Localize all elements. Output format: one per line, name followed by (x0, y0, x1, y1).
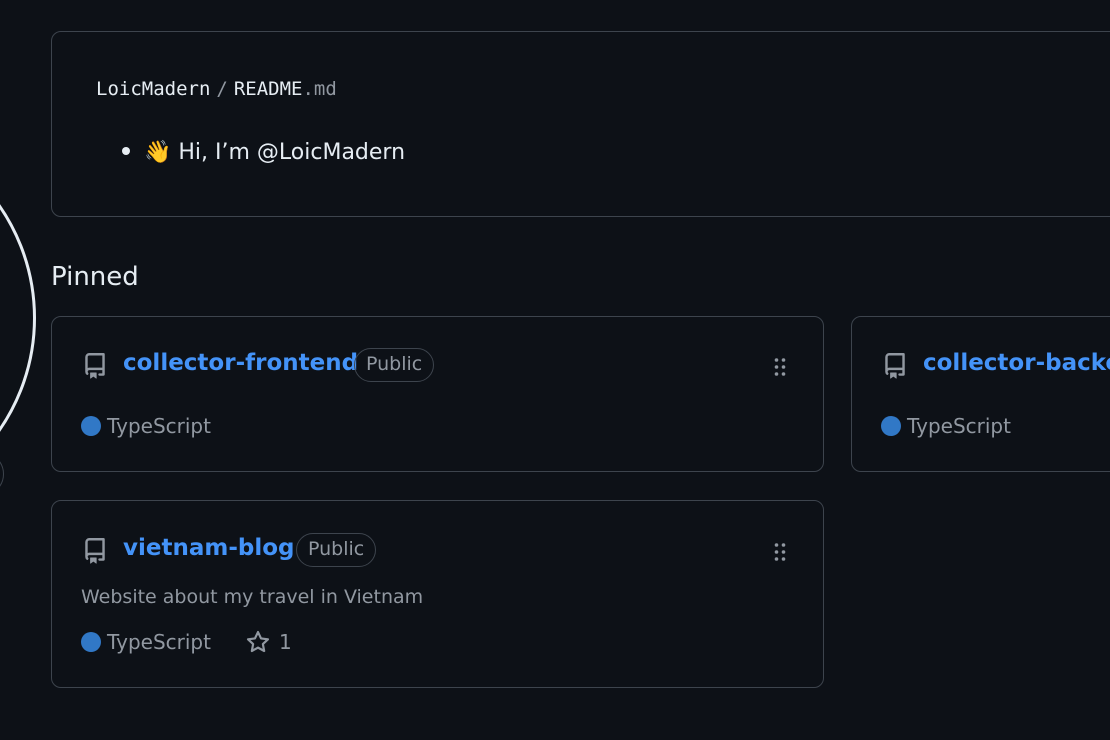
repo-stars-link[interactable]: 1 (245, 630, 292, 657)
star-icon (246, 630, 270, 652)
status-emoji-button[interactable] (0, 452, 4, 496)
repo-name-link[interactable]: collector-backend (923, 350, 1110, 376)
avatar[interactable] (0, 120, 36, 516)
language-color-dot (81, 415, 101, 436)
readme-list: 👋 Hi, I’m @LoicMadern (122, 140, 405, 165)
language-color-dot (81, 631, 101, 652)
visibility-badge: Public (296, 533, 377, 567)
pinned-repo-card: vietnam-blog Public Website about my tra… (51, 500, 824, 688)
readme-file-ext: .md (302, 78, 337, 100)
star-count: 1 (279, 630, 292, 654)
profile-page: LoicMadern / README.md 👋 Hi, I’m @LoicMade… (0, 0, 1110, 740)
readme-path-separator: / (216, 78, 228, 100)
readme-owner-link[interactable]: LoicMadern (96, 78, 210, 100)
repo-icon (85, 538, 105, 564)
language-color-dot (881, 415, 901, 436)
readme-card: LoicMadern / README.md 👋 Hi, I’m @LoicMade… (51, 31, 1110, 217)
language-label: TypeScript (107, 414, 211, 438)
list-item: 👋 Hi, I’m @LoicMadern (144, 140, 406, 165)
readme-path: LoicMadern / README.md (96, 78, 337, 100)
list-bullet (122, 147, 130, 155)
visibility-badge: Public (354, 348, 435, 382)
readme-file-name[interactable]: README (234, 78, 303, 100)
pinned-title: Pinned (51, 262, 139, 292)
pinned-repo-card: collector-frontend Public TypeScript (51, 316, 824, 472)
repo-icon (885, 353, 905, 379)
repo-language: TypeScript (81, 414, 211, 438)
repo-icon (85, 353, 105, 379)
repo-name-link[interactable]: vietnam-blog (123, 535, 295, 561)
repo-language: TypeScript (881, 414, 1011, 438)
repo-language: TypeScript (81, 630, 211, 654)
repo-description: Website about my travel in Vietnam (81, 586, 424, 608)
language-label: TypeScript (907, 414, 1011, 438)
repo-name-link[interactable]: collector-frontend (123, 350, 358, 376)
drag-handle-icon[interactable] (773, 542, 787, 562)
drag-handle-icon[interactable] (773, 357, 787, 377)
language-label: TypeScript (107, 630, 211, 654)
pinned-repo-card: collector-backend TypeScript (851, 316, 1110, 472)
